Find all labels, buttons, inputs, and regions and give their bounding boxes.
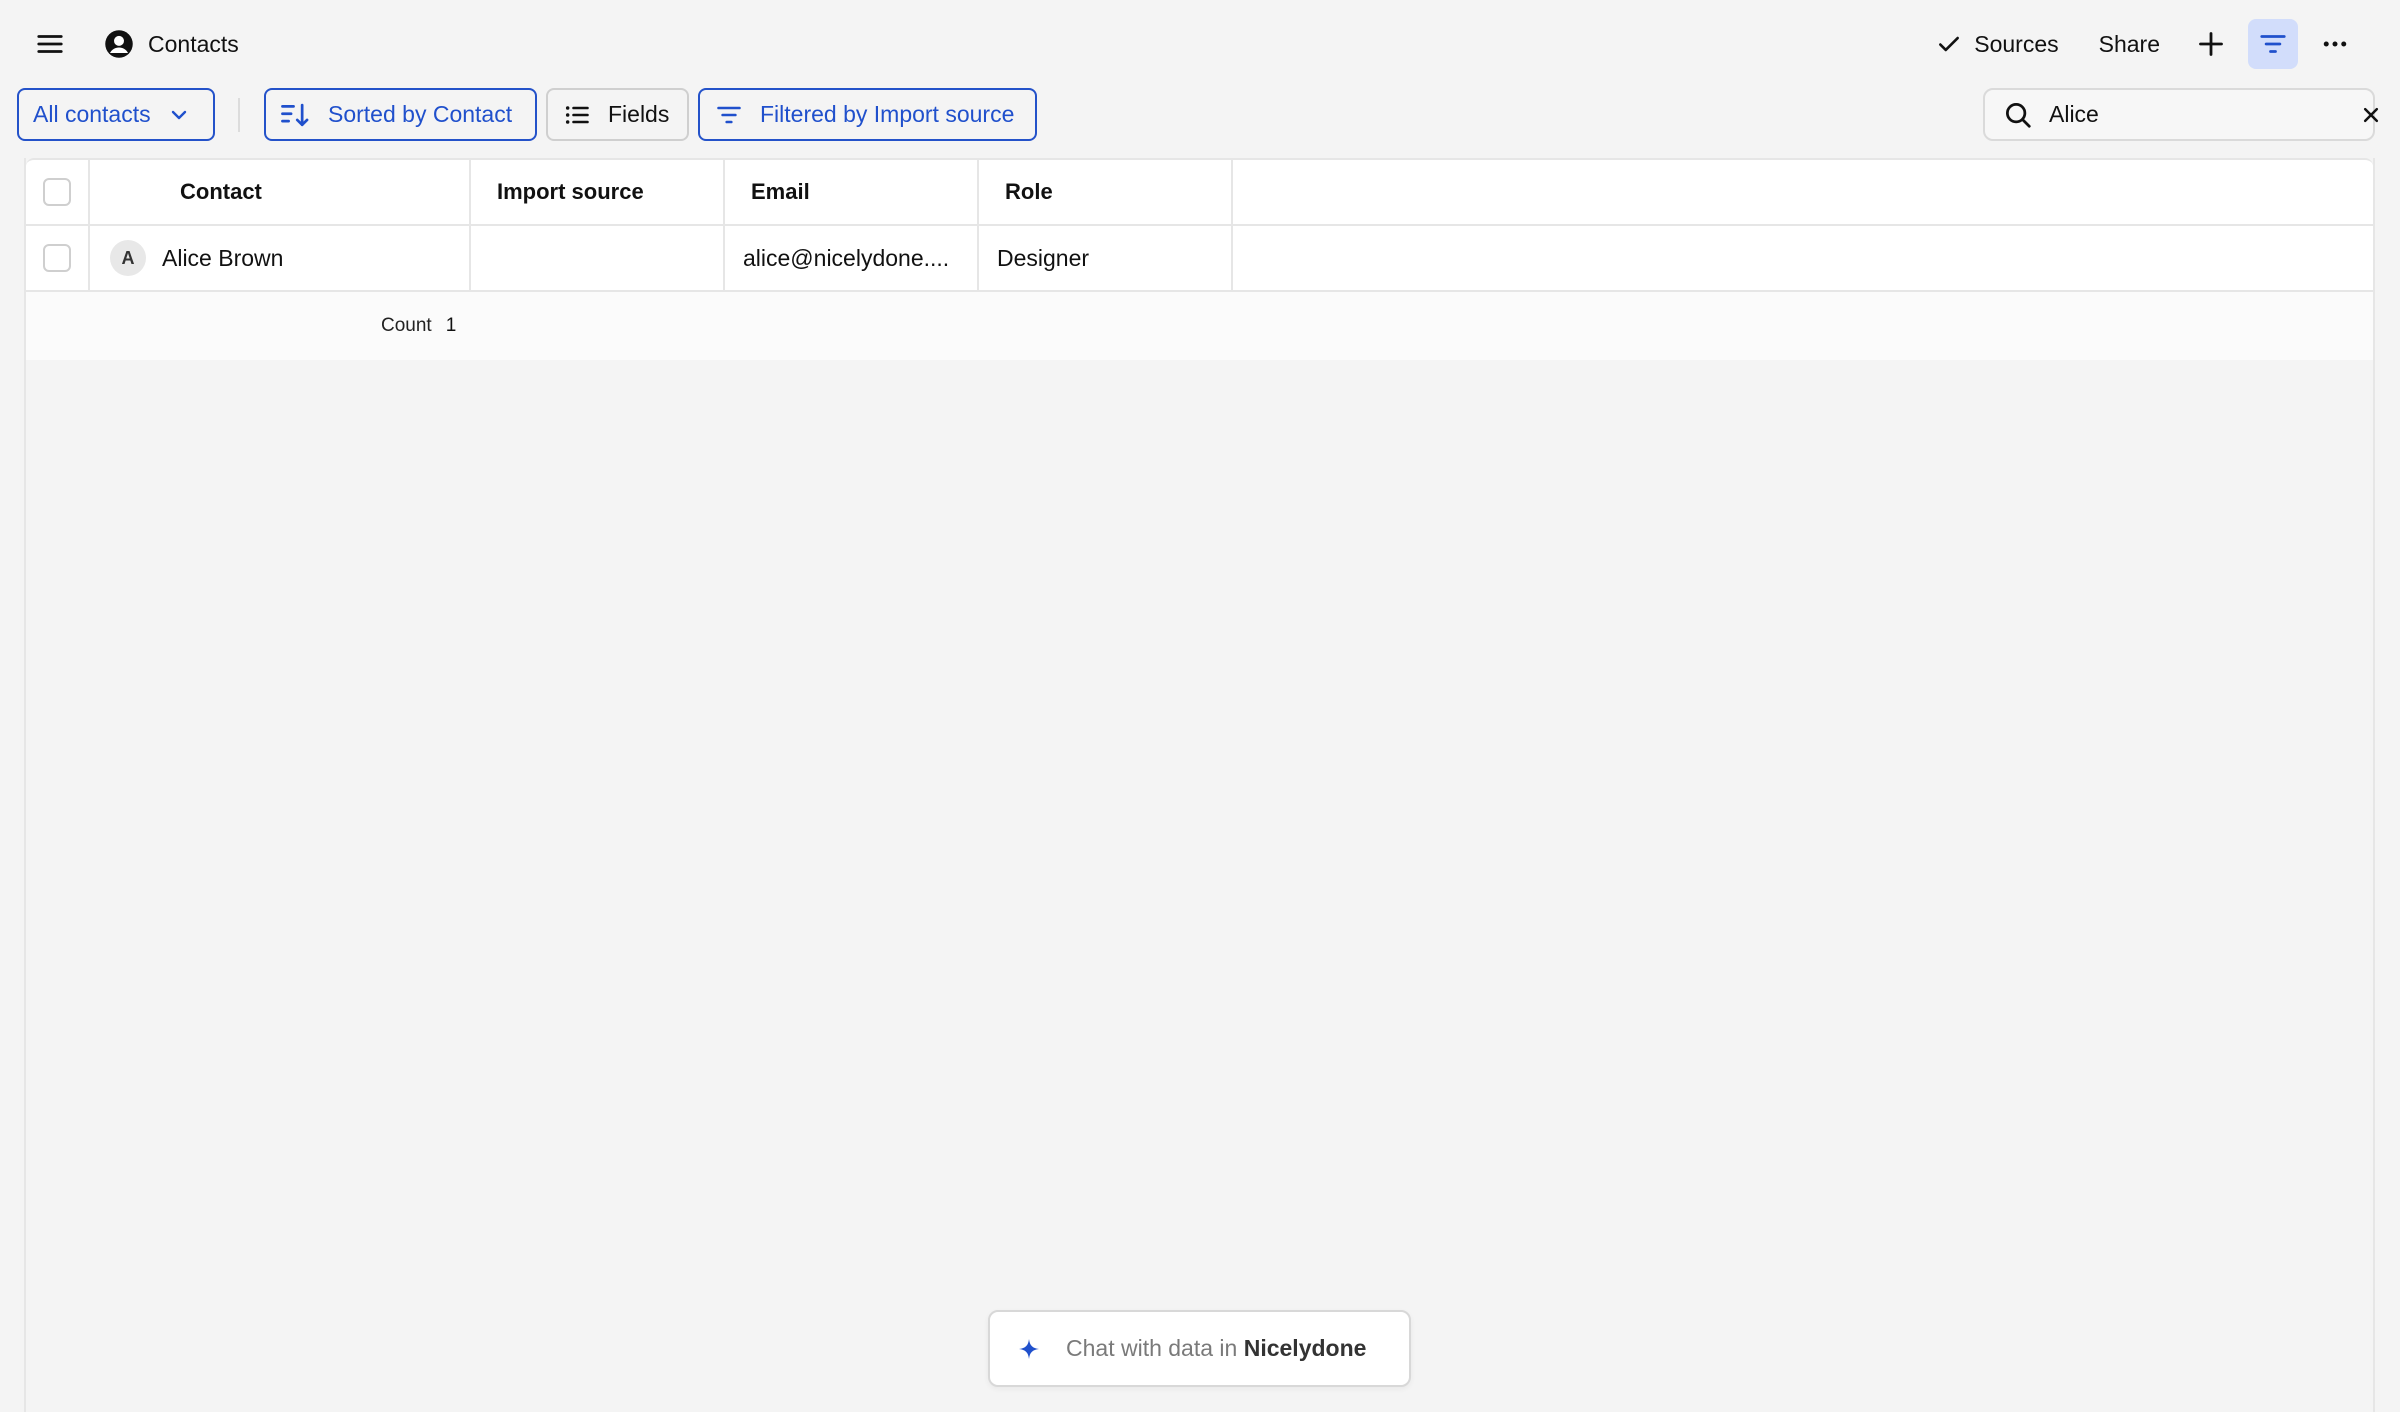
sparkle-icon	[1014, 1334, 1044, 1364]
table-row[interactable]: A Alice Brown alice@nicelydone.... Desig…	[26, 226, 2373, 292]
email-value: alice@nicelydone....	[743, 244, 950, 271]
column-header-label: Import source	[497, 179, 644, 204]
filter-icon	[2258, 29, 2288, 59]
column-header-import-source[interactable]: Import source	[471, 160, 725, 224]
column-header-empty	[1233, 160, 2373, 224]
sort-button[interactable]: Sorted by Contact	[264, 88, 537, 141]
filter-button[interactable]: Filtered by Import source	[698, 88, 1037, 141]
select-all-cell	[26, 160, 90, 224]
share-label: Share	[2098, 30, 2160, 57]
row-checkbox[interactable]	[43, 244, 71, 272]
table-footer-row: Count 1	[26, 292, 2373, 360]
filter-toggle-button[interactable]	[2248, 19, 2298, 69]
role-cell[interactable]: Designer	[979, 226, 1233, 290]
select-all-checkbox[interactable]	[43, 178, 71, 206]
column-header-role[interactable]: Role	[979, 160, 1233, 224]
chat-brand: Nicelydone	[1243, 1335, 1367, 1361]
ellipsis-icon	[2320, 29, 2350, 59]
count-value: 1	[445, 315, 457, 336]
import-source-cell[interactable]	[471, 226, 725, 290]
fields-button[interactable]: Fields	[546, 88, 689, 141]
sources-button[interactable]: Sources	[1922, 19, 2072, 69]
avatar: A	[110, 240, 146, 276]
add-button[interactable]	[2186, 19, 2236, 69]
empty-cell	[1233, 226, 2373, 290]
table-header-row: Contact Import source Email Role	[26, 158, 2373, 226]
row-count: Count 1	[381, 292, 456, 360]
contacts-table: Contact Import source Email Role A Alice…	[24, 158, 2375, 1412]
column-header-email[interactable]: Email	[725, 160, 979, 224]
sort-label: Sorted by Contact	[328, 101, 513, 127]
contact-name: Alice Brown	[162, 244, 284, 271]
list-icon	[562, 101, 592, 129]
view-toolbar: All contacts Sorted by Contact Fields Fi…	[0, 88, 2400, 144]
view-label: All contacts	[33, 101, 151, 127]
user-circle-icon	[104, 29, 134, 59]
header-actions: Sources Share	[1922, 18, 2360, 70]
column-header-label: Role	[1005, 179, 1053, 204]
sources-label: Sources	[1974, 30, 2059, 57]
role-value: Designer	[997, 244, 1090, 271]
column-header-contact[interactable]: Contact	[90, 160, 471, 224]
top-bar: Contacts Sources Share	[0, 0, 2400, 88]
search-input[interactable]	[2049, 101, 2345, 128]
search-box	[1983, 88, 2379, 141]
page-header: Contacts	[104, 24, 239, 64]
check-icon	[1936, 31, 1962, 57]
share-button[interactable]: Share	[2085, 19, 2174, 69]
page-title: Contacts	[148, 30, 239, 57]
email-cell[interactable]: alice@nicelydone....	[725, 226, 979, 290]
toolbar-divider	[238, 98, 240, 132]
count-label: Count	[381, 315, 432, 336]
filter-label: Filtered by Import source	[760, 101, 1015, 127]
chat-with-data-button[interactable]: Chat with data in Nicelydone	[988, 1310, 1411, 1387]
column-header-label: Email	[751, 179, 810, 204]
column-header-label: Contact	[180, 179, 262, 204]
sort-icon	[280, 100, 312, 130]
row-select-cell	[26, 226, 90, 290]
menu-icon[interactable]	[32, 26, 68, 62]
chat-prefix: Chat with data in	[1066, 1335, 1238, 1361]
chevron-down-icon	[167, 103, 191, 127]
contact-cell[interactable]: A Alice Brown	[90, 226, 471, 290]
fields-label: Fields	[608, 101, 670, 127]
plus-icon	[2197, 30, 2225, 58]
more-options-button[interactable]	[2310, 19, 2360, 69]
filter-icon	[714, 101, 744, 129]
close-icon[interactable]	[2361, 102, 2381, 128]
view-selector[interactable]: All contacts	[17, 88, 215, 141]
search-icon	[2003, 100, 2033, 130]
chat-label: Chat with data in Nicelydone	[1066, 1335, 1366, 1362]
